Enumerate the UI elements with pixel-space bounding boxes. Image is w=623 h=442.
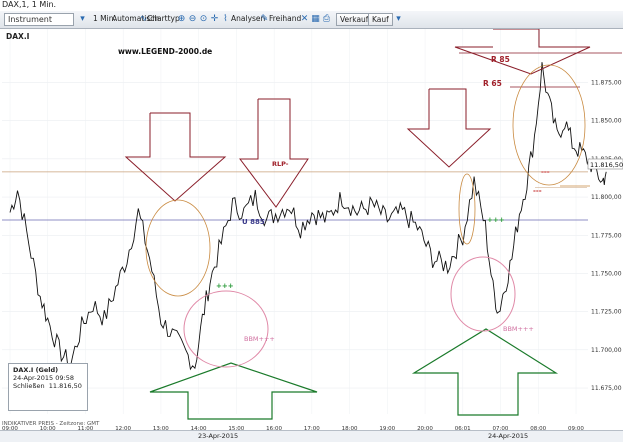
date-label-2: 24-Apr-2015 (488, 432, 529, 440)
annotation-minus-1: --- (541, 168, 550, 176)
annotation-u885: U 885 (242, 218, 265, 226)
up-arrow-1 (149, 362, 318, 420)
up-arrow-2 (411, 328, 559, 416)
delete-drawing-icon[interactable]: ✕ (299, 14, 310, 25)
annotation-rlp: RLP- (272, 160, 289, 168)
y-tick-label: 11.700,00 (591, 347, 622, 354)
watermark-text: www.LEGEND-2000.de (118, 47, 212, 56)
chart-footer: INDIKATIVER PREIS - Zeitzone: GMT (2, 421, 100, 427)
annotation-minus-2: --- (533, 187, 542, 195)
instrument-input[interactable]: Instrument (4, 13, 74, 26)
crosshair-icon[interactable]: ✛ (209, 14, 220, 25)
date-bar: 23-Apr-2015 24-Apr-2015 (0, 430, 623, 442)
chart-area[interactable]: 11.675,00 11.700,00 11.725,00 11.750,00 11.7… (0, 28, 623, 442)
info-date: 24-Apr-2015 09:58 (13, 374, 74, 382)
zoom-out-icon[interactable]: ⊖ (187, 14, 198, 25)
y-tick-label: 11.875,00 (591, 79, 622, 86)
options-icon[interactable]: ▾ (393, 14, 404, 25)
info-title: DAX.I (Geld) (13, 366, 59, 374)
ellipse-orange-3 (512, 64, 586, 186)
y-tick-label: 11.675,00 (591, 385, 622, 392)
print-icon[interactable]: ⎙ (321, 14, 332, 25)
window-title: DAX,1, 1 Min. (2, 0, 57, 9)
annotation-r65: R 65 (483, 79, 502, 88)
price-level-box (535, 187, 587, 188)
down-arrow-3 (406, 88, 492, 168)
sell-button[interactable]: Verkauf (336, 13, 373, 26)
y-tick-label: 11.725,00 (591, 309, 622, 316)
info-box: DAX.I (Geld) 24-Apr-2015 09:58 Schließen… (8, 363, 88, 411)
y-tick-label: 11.750,00 (591, 270, 622, 277)
annotation-plus-1: +++ (216, 282, 234, 290)
indicator-icon[interactable]: ⌇ (220, 14, 231, 25)
down-arrow-top (454, 28, 591, 75)
ellipse-orange-1 (145, 199, 211, 297)
chart-toolbar: Instrument ▾ 1 Min. Automatisch ∿ Chartt… (0, 11, 623, 29)
symbol-label[interactable]: DAX.I (6, 32, 29, 41)
annotation-bbm-2: BBM+++ (503, 325, 534, 333)
charttype-menu[interactable]: Charttyp (147, 14, 180, 23)
current-price-label: 11.816,50 (590, 161, 623, 169)
date-label-1: 23-Apr-2015 (198, 432, 239, 440)
zoom-fit-icon[interactable]: ⊙ (198, 14, 209, 25)
down-arrow-1 (124, 112, 227, 202)
ellipse-pink-1 (183, 290, 269, 368)
info-close-value: 11.816,50 (48, 382, 82, 390)
grid-icon[interactable]: ▦ (310, 14, 321, 25)
price-chart[interactable]: 11.675,00 11.700,00 11.725,00 11.750,00 11.7… (0, 28, 623, 442)
y-tick-label: 11.800,00 (591, 194, 622, 201)
annotation-r85: R 85 (491, 55, 510, 64)
price-line (9, 62, 607, 371)
y-axis: 11.675,00 11.700,00 11.725,00 11.750,00 11.7… (591, 79, 622, 392)
dropdown-arrow-icon[interactable]: ▾ (77, 14, 88, 25)
zoom-in-icon[interactable]: ⊕ (176, 14, 187, 25)
freehand-menu[interactable]: Freihand (269, 14, 301, 23)
ellipse-orange-2 (458, 173, 476, 245)
annotation-bbm-1: BBM+++ (244, 335, 275, 343)
window-titlebar: DAX,1, 1 Min. (0, 0, 623, 11)
ellipse-pink-2 (450, 256, 516, 332)
info-close: Schließen 11.816,50 (13, 382, 83, 390)
info-close-label: Schließen (13, 382, 45, 390)
buy-button[interactable]: Kauf (368, 13, 393, 26)
y-tick-label: 11.850,00 (591, 118, 622, 125)
y-tick-label: 11.775,00 (591, 232, 622, 239)
annotation-plus-2: +++ (487, 216, 505, 224)
